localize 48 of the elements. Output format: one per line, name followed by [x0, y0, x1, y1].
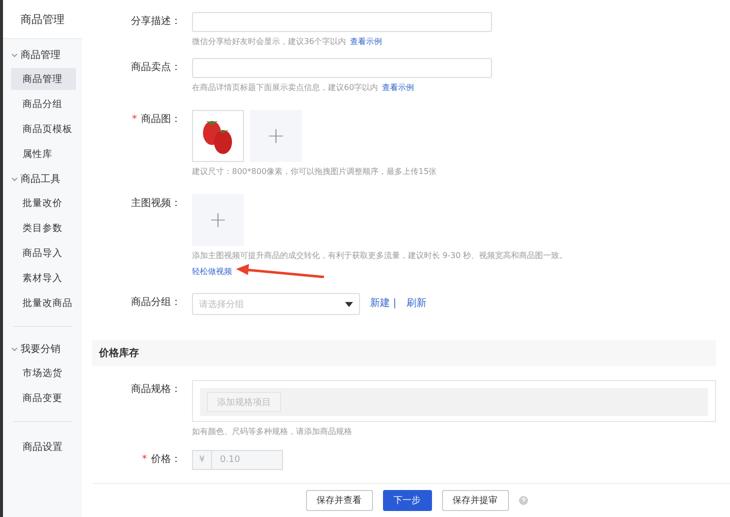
- sidebar-item[interactable]: 素材导入: [10, 267, 76, 289]
- sidebar-item[interactable]: 商品变更: [10, 387, 76, 409]
- hint-text: 建议尺寸：800*800像素，你可以拖拽图片调整顺序，最多上传15张: [192, 166, 437, 177]
- sidebar-group[interactable]: 我要分销: [2, 337, 82, 361]
- field-label: 商品卖点：: [130, 60, 182, 75]
- make-video-link[interactable]: 轻松做视频: [192, 266, 232, 276]
- field-label: 商品图：: [141, 114, 181, 125]
- help-icon[interactable]: [518, 496, 528, 505]
- sidebar-group[interactable]: 商品工具: [2, 167, 82, 191]
- sidebar-item[interactable]: 属性库: [10, 143, 76, 165]
- required-mark: *: [132, 114, 137, 125]
- sidebar-item[interactable]: 商品分组: [10, 93, 76, 115]
- input-field[interactable]: [192, 12, 492, 32]
- sidebar-item[interactable]: 商品页模板: [10, 118, 76, 140]
- example-link[interactable]: 查看示例: [382, 83, 414, 92]
- sidebar-group[interactable]: 商品管理: [2, 43, 82, 67]
- sidebar-item[interactable]: 批量改价: [10, 192, 76, 214]
- sidebar-item[interactable]: 批量改商品: [10, 292, 76, 314]
- field-label: 分享描述：: [130, 14, 182, 29]
- input-field[interactable]: [192, 58, 492, 78]
- example-link[interactable]: 查看示例: [350, 37, 382, 46]
- sidebar-item[interactable]: 商品设置: [2, 432, 82, 462]
- hint-text: 在商品详情页标题下面展示卖点信息，建议60字以内 查看示例: [192, 82, 416, 93]
- field-label: 价格：: [151, 454, 181, 465]
- field-label: 商品分组：: [130, 296, 182, 310]
- footer-button[interactable]: 保存并提审: [442, 490, 508, 511]
- chevron-icon: [10, 176, 18, 182]
- footer-button[interactable]: 保存并查看: [306, 490, 372, 511]
- chevron-icon: [10, 52, 18, 58]
- hint-text: 微信分享给好友时会显示，建议36个字以内 查看示例: [192, 36, 384, 47]
- separator-text: |: [393, 297, 396, 311]
- dropdown-caret-icon: [345, 302, 353, 306]
- required-mark: *: [142, 454, 147, 465]
- sidebar-title: 商品管理: [2, 0, 82, 39]
- field-label: 商品规格：: [130, 382, 182, 397]
- section-header: 价格库存: [92, 340, 716, 366]
- product-photo: [192, 110, 244, 162]
- chevron-icon: [10, 346, 18, 352]
- sidebar-item[interactable]: 类目参数: [10, 217, 76, 239]
- footer-button[interactable]: 下一步: [382, 490, 432, 511]
- sidebar-item[interactable]: 商品导入: [10, 242, 76, 264]
- hint-text: 如有颜色、尺码等多种规格，请添加商品规格: [192, 426, 353, 437]
- new-link[interactable]: 新建: [370, 293, 390, 315]
- sidebar-item[interactable]: 商品管理: [10, 68, 76, 90]
- sidebar-item[interactable]: 市场选货: [10, 362, 76, 384]
- refresh-link[interactable]: 刷新: [406, 293, 426, 315]
- field-label: 主图视频：: [130, 196, 182, 211]
- hint-text: 添加主图视频可提升商品的成交转化，有利于获取更多流量，建议时长 9-30 秒、视频宽高和商品图一致。: [192, 250, 568, 261]
